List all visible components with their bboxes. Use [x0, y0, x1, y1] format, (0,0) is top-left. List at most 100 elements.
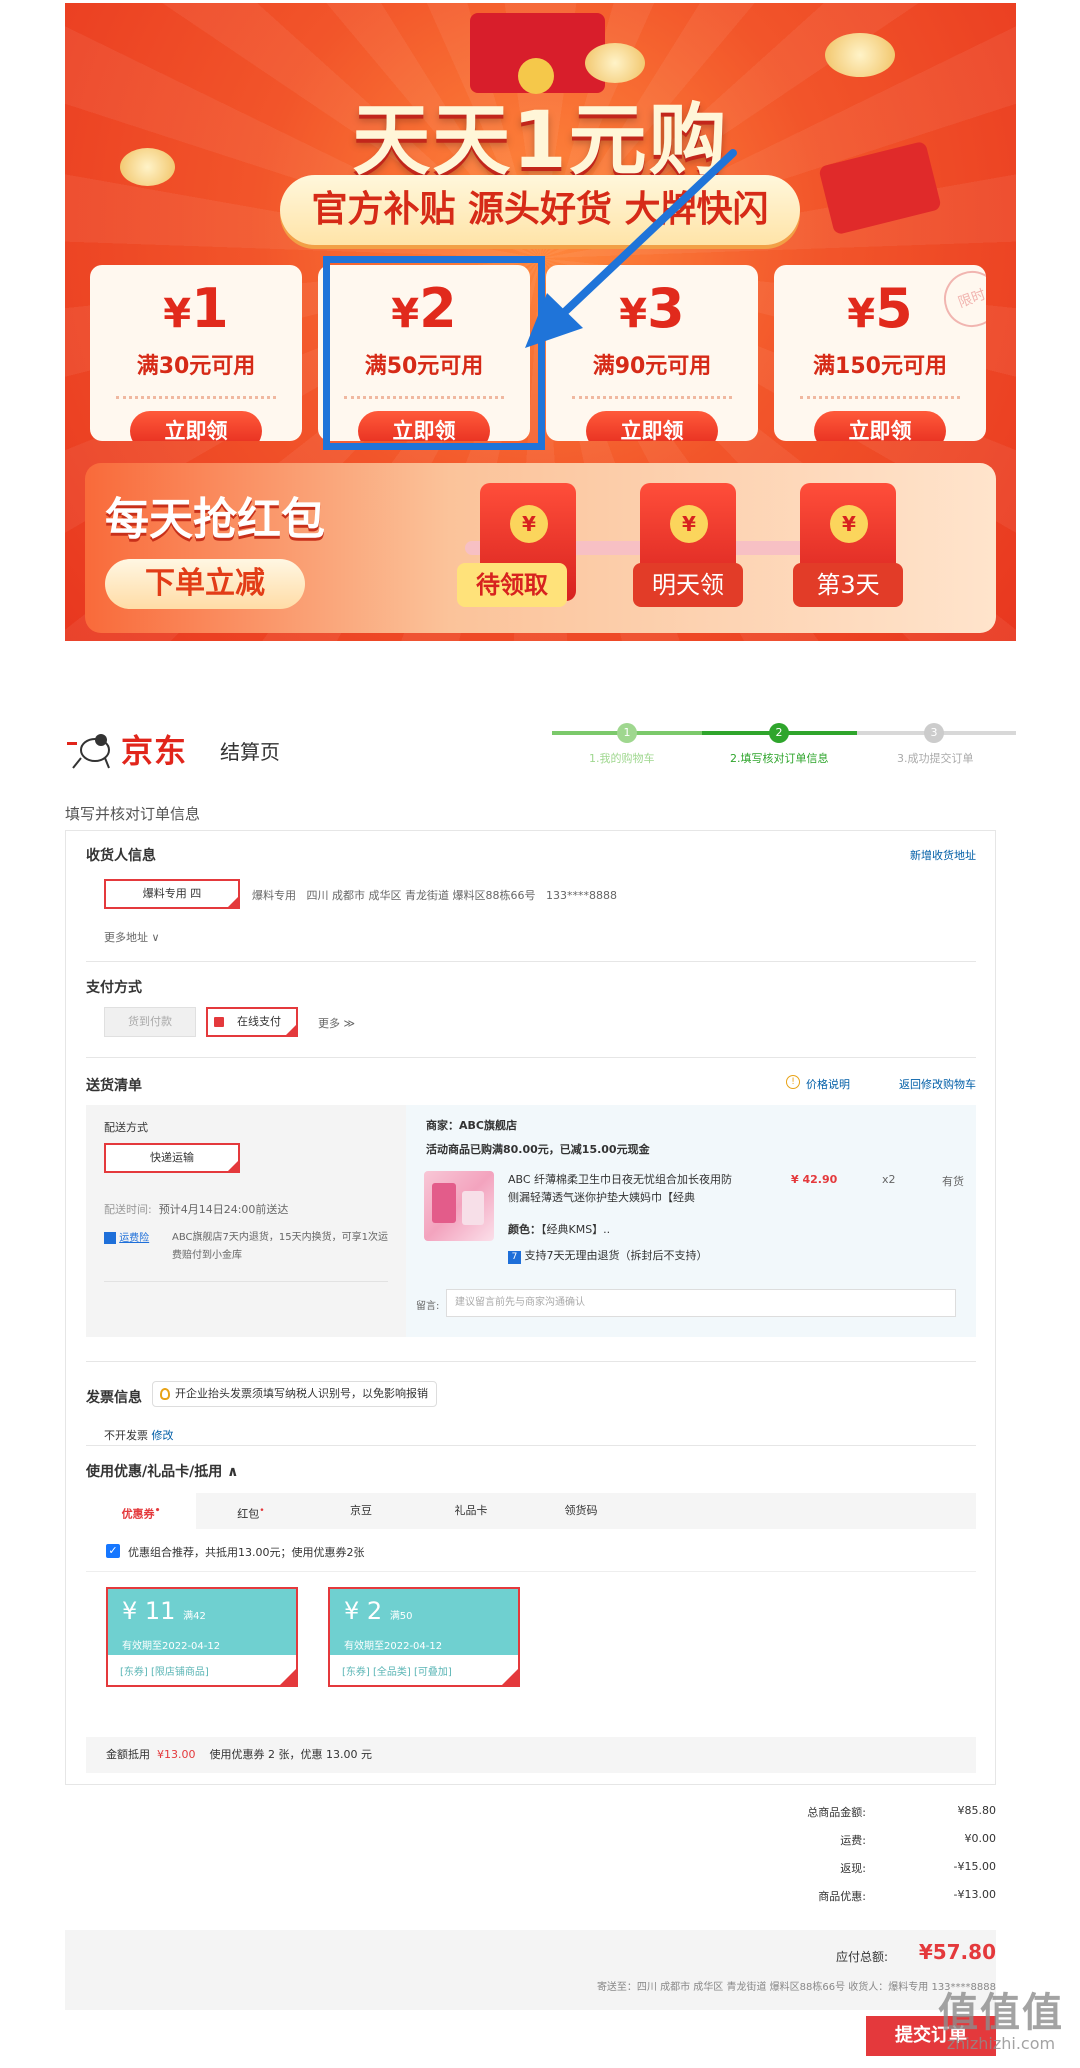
coupon-tags: [东券] [全品类] [可叠加] [342, 1667, 452, 1678]
product-thumbnail[interactable] [424, 1171, 494, 1241]
claim-button[interactable]: 立即领 [814, 411, 946, 441]
summary-row: 返现: -¥15.00 [840, 1860, 996, 1875]
redpack-label-tomorrow: 明天领 [633, 563, 743, 607]
step-label: 3.成功提交订单 [897, 752, 974, 765]
coupon-card-header: ¥ 2 满50 有效期至2022-04-12 [330, 1589, 518, 1655]
back-to-cart-link[interactable]: 返回修改购物车 [899, 1076, 976, 1092]
invoice-edit-link[interactable]: 修改 [152, 1429, 174, 1442]
order-items: 商家：ABC旗舰店 活动商品已购满80.00元，已减15.00元现金 ABC 纤… [406, 1105, 976, 1337]
coupon-card-header: ¥ 11 满42 有效期至2022-04-12 [108, 1589, 296, 1655]
insurance-text: ABC旗舰店7天内退货，15天内换货，可享1次运费赔付到小金库 [172, 1232, 388, 1261]
step-dot: 2 [769, 723, 789, 743]
shipping-panel: 配送方式 快递运输 配送时间: 预计4月14日24:00前送达 运费险 ABC旗… [86, 1105, 976, 1337]
return-7day-icon: 7 [508, 1251, 521, 1264]
divider [86, 1445, 976, 1446]
lightbulb-icon [160, 1388, 170, 1400]
step-dot: 1 [617, 723, 637, 743]
payment-total-bar: 应付总额: ¥57.80 寄送至：四川 成都市 成华区 青龙街道 爆料区88栋6… [65, 1930, 996, 2010]
step-dot: 3 [924, 723, 944, 743]
coupon-amount: ¥ 2 满50 [344, 1597, 413, 1625]
wallet-icon [214, 1017, 224, 1027]
summary-row: 商品优惠: -¥13.00 [818, 1888, 996, 1903]
claim-button[interactable]: 立即领 [130, 411, 262, 441]
product-qty: x2 [882, 1173, 896, 1186]
summary-row: 总商品金额: ¥85.80 [807, 1804, 996, 1819]
page-title: 填写并核对订单信息 [65, 805, 201, 823]
checkout-panel: 收货人信息 新增收货地址 爆料专用 四 爆料专用 四川 成都市 成华区 青龙街道… [65, 830, 996, 1785]
price-note-link[interactable]: 价格说明 [806, 1076, 850, 1092]
coupon-divider [572, 396, 732, 399]
invoice-tip: 开企业抬头发票须填写纳税人识别号，以免影响报销 [152, 1381, 437, 1407]
step-label: 2.填写核对订单信息 [730, 752, 829, 765]
seller-message-input[interactable]: 建议留言前先与商家沟通确认 [446, 1289, 956, 1317]
checkbox-checked-icon[interactable]: ✓ [106, 1544, 120, 1558]
coupon-expiry: 有效期至2022-04-12 [344, 1641, 443, 1652]
payment-section: 支付方式 货到付款 在线支付 更多 ≫ [86, 977, 976, 1057]
consignee-detail: 爆料专用 四川 成都市 成华区 青龙街道 爆料区88栋66号 133****88… [252, 889, 617, 902]
shield-icon [104, 1232, 116, 1244]
tab-redpack[interactable]: 红包• [196, 1493, 306, 1529]
section-heading: 收货人信息 [86, 848, 156, 864]
watermark-logo: 值值值 [938, 1990, 1064, 2036]
coin-icon [585, 43, 645, 83]
promo-coupon-card[interactable]: ¥1 满30元可用 立即领 [90, 265, 302, 441]
coupon-card[interactable]: ¥ 2 满50 有效期至2022-04-12 [东券] [全品类] [可叠加] [328, 1587, 520, 1687]
delivery-method-select[interactable]: 快递运输 [104, 1143, 240, 1173]
product-name[interactable]: ABC 纤薄棉柔卫生巾日夜无忧组合加长夜用防侧漏轻薄透气迷你护垫大姨妈巾【经典 [508, 1171, 738, 1207]
coin-icon: ¥ [670, 505, 708, 543]
coupon-expiry: 有效期至2022-04-12 [122, 1641, 221, 1652]
redpack-label-pending[interactable]: 待领取 [457, 563, 567, 607]
tab-coupon[interactable]: 优惠券• [86, 1493, 196, 1529]
return-policy: 7 支持7天无理由退货（拆封后不支持） [508, 1247, 708, 1264]
divider [86, 1057, 976, 1058]
invoice-status: 不开发票 修改 [104, 1429, 174, 1442]
claim-button[interactable]: 立即领 [586, 411, 718, 441]
total-value: ¥57.80 [918, 1940, 996, 1964]
consignee-selected[interactable]: 爆料专用 四 [104, 879, 240, 909]
coupon-divider [116, 396, 276, 399]
total-label: 应付总额: [835, 1950, 888, 1964]
jd-header: 京东 结算页 1 1.我的购物车 2 2.填写核对订单信息 3 3.成功提交订单 [65, 720, 1016, 780]
shipping-options: 配送方式 快递运输 配送时间: 预计4月14日24:00前送达 运费险 ABC旗… [86, 1105, 406, 1337]
logo-text: 京东 [121, 732, 188, 770]
promo-coupon-card[interactable]: ¥5 满150元可用 立即领 限时 [774, 265, 986, 441]
delivery-time: 配送时间: 预计4月14日24:00前送达 [104, 1203, 289, 1216]
add-address-link[interactable]: 新增收货地址 [910, 847, 976, 863]
arrow-icon [525, 149, 737, 348]
section-heading: 支付方式 [86, 980, 142, 996]
divider [86, 1361, 976, 1362]
coupon-tags: [东券] [限店铺商品] [120, 1667, 209, 1678]
jd-dog-icon [67, 734, 110, 769]
coupon-condition: 满30元可用 [136, 354, 256, 379]
product-color: 颜色：【经典KMS】.. [508, 1223, 611, 1236]
shipping-header: 送货清单 ! 价格说明 返回修改购物车 [86, 1075, 976, 1095]
delivery-method-label: 配送方式 [104, 1121, 148, 1134]
coupon-card[interactable]: ¥ 11 满42 有效期至2022-04-12 [东券] [限店铺商品] [106, 1587, 298, 1687]
cod-button[interactable]: 货到付款 [104, 1007, 196, 1037]
jd-logo[interactable]: 京东 [65, 720, 195, 770]
invoice-section: 发票信息 开企业抬头发票须填写纳税人识别号，以免影响报销 不开发票 修改 [86, 1379, 976, 1459]
order-summary: 总商品金额: ¥85.80 运费: ¥0.00 返现: -¥15.00 商品优惠: -¥… [640, 1804, 996, 1904]
seller-name: 商家：ABC旗舰店 [426, 1119, 517, 1132]
tab-jingdou[interactable]: 京豆 [306, 1493, 416, 1529]
order-discount-button[interactable]: 下单立减 [105, 559, 305, 609]
tab-giftcard[interactable]: 礼品卡 [416, 1493, 526, 1529]
daily-redpack-panel: 每天抢红包 下单立减 ¥ 待领取 ¥ 明天领 ¥ 第3天 [85, 463, 996, 633]
divider [86, 961, 976, 962]
page-name: 结算页 [220, 740, 280, 764]
redpack-label-day3: 第3天 [793, 563, 903, 607]
tab-pickup-code[interactable]: 领货码 [526, 1493, 636, 1529]
discount-header[interactable]: 使用优惠/礼品卡/抵用 ∧ [86, 1461, 976, 1485]
info-icon: ! [786, 1075, 800, 1089]
divider [86, 1571, 976, 1572]
selected-check-icon [280, 1669, 296, 1685]
more-address-link[interactable]: 更多地址 ∨ [104, 929, 160, 945]
watermark-url: zhizhizhi.com [946, 2034, 1056, 2053]
selected-check-icon [502, 1669, 518, 1685]
coin-icon: ¥ [830, 505, 868, 543]
coupon-amount: ¥ 11 满42 [122, 1597, 206, 1625]
more-payment-link[interactable]: 更多 ≫ [318, 1015, 355, 1031]
summary-row: 运费: ¥0.00 [840, 1832, 996, 1847]
online-pay-button[interactable]: 在线支付 [206, 1007, 298, 1037]
promo-line: 活动商品已购满80.00元，已减15.00元现金 [426, 1143, 650, 1156]
